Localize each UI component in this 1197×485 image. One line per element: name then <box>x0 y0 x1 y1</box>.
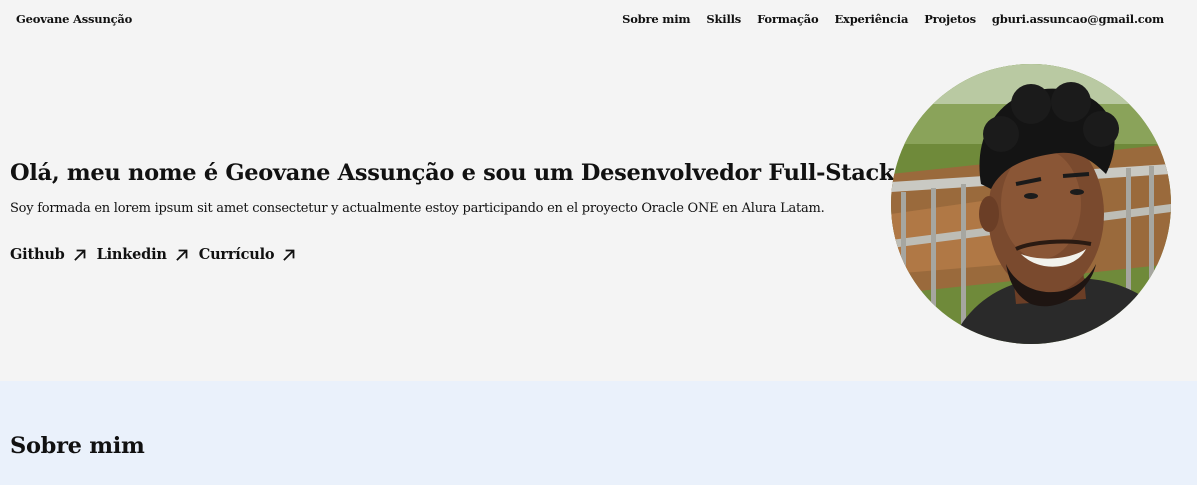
hero-title: Olá, meu nome é Geovane Assunção e sou u… <box>10 160 895 186</box>
curriculo-link[interactable]: Currículo <box>199 246 297 263</box>
main-nav: Sobre mim Skills Formação Experiência Pr… <box>622 12 1164 26</box>
top-navbar: Geovane Assunção Sobre mim Skills Formaç… <box>0 0 1197 40</box>
arrow-up-right-icon <box>175 249 188 261</box>
arrow-up-right-icon <box>283 249 295 261</box>
github-link[interactable]: Github <box>10 246 87 263</box>
nav-item-projetos[interactable]: Projetos <box>924 12 976 26</box>
nav-item-sobre-mim[interactable]: Sobre mim <box>622 12 691 26</box>
hero-subtitle: Soy formada en lorem ipsum sit amet cons… <box>10 201 825 216</box>
about-section: Sobre mim <box>0 381 1197 485</box>
nav-item-skills[interactable]: Skills <box>706 12 741 26</box>
brand-name[interactable]: Geovane Assunção <box>16 12 132 26</box>
arrow-up-right-icon <box>73 249 86 261</box>
social-links: Github Linkedin Currículo <box>10 246 296 263</box>
page: Geovane Assunção Sobre mim Skills Formaç… <box>0 0 1197 485</box>
linkedin-link-label: Linkedin <box>96 246 167 263</box>
github-link-label: Github <box>10 246 65 263</box>
curriculo-link-label: Currículo <box>198 246 275 263</box>
profile-photo <box>891 64 1171 344</box>
nav-item-experiencia[interactable]: Experiência <box>834 12 908 26</box>
about-title: Sobre mim <box>10 433 145 459</box>
linkedin-link[interactable]: Linkedin <box>97 246 189 263</box>
nav-item-email[interactable]: gburi.assuncao@gmail.com <box>992 12 1164 26</box>
nav-item-formacao[interactable]: Formação <box>757 12 819 26</box>
